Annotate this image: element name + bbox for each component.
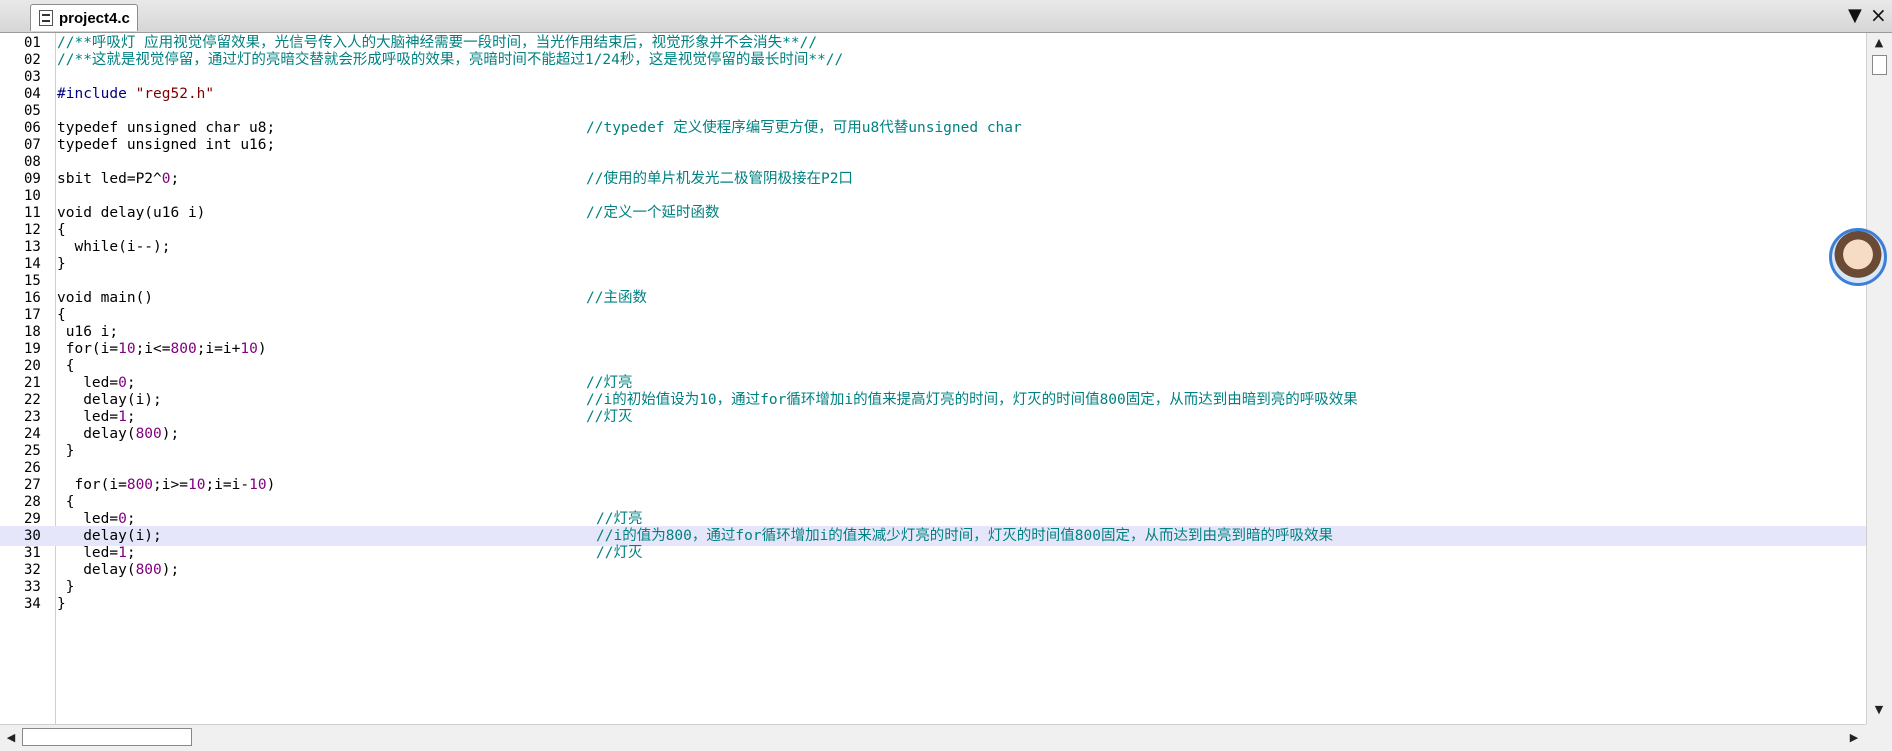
scroll-up-icon[interactable]: ▲: [1871, 34, 1887, 52]
code-line[interactable]: 34}: [0, 594, 1866, 614]
assistant-avatar-icon[interactable]: [1829, 228, 1887, 286]
c-file-icon: [39, 10, 53, 26]
tab-label: project4.c: [59, 9, 130, 27]
tab-project4-c[interactable]: project4.c: [30, 4, 138, 31]
horizontal-scroll-thumb[interactable]: [22, 728, 192, 746]
scrollbar-corner: [1866, 724, 1892, 751]
scroll-right-icon[interactable]: ▶: [1846, 729, 1862, 747]
vertical-scrollbar[interactable]: ▲ ▼: [1866, 33, 1892, 724]
code-editor[interactable]: 01//**呼吸灯 应用视觉停留效果，光信号传入人的大脑神经需要一段时间，当光作…: [0, 33, 1866, 724]
chevron-down-icon[interactable]: ▼: [1848, 5, 1862, 26]
scroll-down-icon[interactable]: ▼: [1871, 701, 1887, 719]
line-number: 34: [24, 596, 41, 612]
close-icon[interactable]: ×: [1870, 3, 1887, 27]
horizontal-scrollbar[interactable]: ◀ ▶: [0, 724, 1866, 751]
code-text: }: [57, 596, 66, 612]
scroll-left-icon[interactable]: ◀: [3, 729, 19, 747]
vertical-scroll-thumb[interactable]: [1872, 55, 1887, 75]
tab-bar: project4.c ▼ ×: [0, 0, 1892, 33]
